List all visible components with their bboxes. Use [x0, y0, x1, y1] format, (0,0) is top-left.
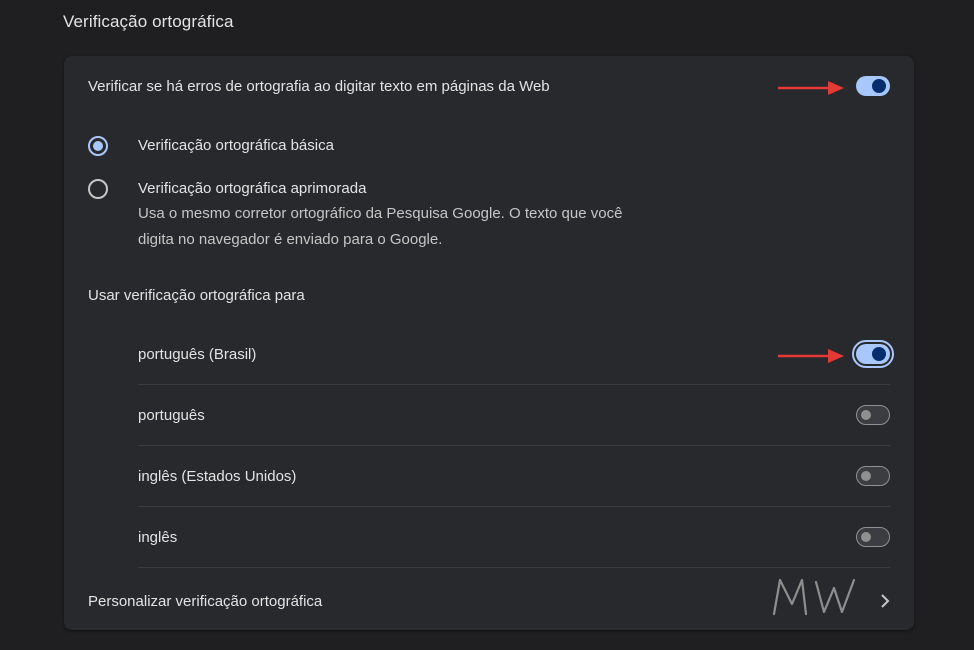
red-arrow-annotation-icon	[778, 349, 844, 363]
language-toggle-pt-br[interactable]	[852, 340, 894, 368]
language-label: inglês (Estados Unidos)	[138, 467, 297, 485]
radio-enhanced-desc-1: Usa o mesmo corretor ortográfico da Pesq…	[138, 205, 623, 222]
language-toggle-en[interactable]	[856, 527, 890, 547]
spellcheck-main-toggle[interactable]	[856, 76, 890, 96]
language-row[interactable]: português	[138, 385, 890, 446]
radio-basic[interactable]	[88, 136, 108, 156]
section-title: Verificação ortográfica	[63, 12, 234, 31]
spellcheck-card: Verificar se há erros de ortografia ao d…	[64, 56, 914, 630]
radio-enhanced-label: Verificação ortográfica aprimorada	[138, 180, 367, 197]
radio-enhanced[interactable]	[88, 179, 108, 199]
settings-page: Verificação ortográfica Verificar se há …	[0, 0, 974, 650]
language-label: inglês	[138, 528, 178, 546]
radio-row-enhanced[interactable]: Verificação ortográfica aprimorada Usa o…	[88, 179, 622, 253]
language-toggle-pt[interactable]	[856, 405, 890, 425]
red-arrow-annotation-icon	[778, 81, 844, 95]
language-row[interactable]: inglês	[138, 507, 890, 568]
radio-dot	[93, 141, 103, 151]
mw-watermark-logo	[772, 578, 856, 616]
spellcheck-toggle-row[interactable]: Verificar se há erros de ortografia ao d…	[88, 74, 890, 98]
language-row[interactable]: inglês (Estados Unidos)	[138, 446, 890, 507]
radio-enhanced-desc-2: digita no navegador é enviado para o Goo…	[138, 231, 443, 248]
customize-label: Personalizar verificação ortográfica	[88, 592, 323, 610]
use-for-heading: Usar verificação ortográfica para	[88, 287, 305, 304]
language-label: português	[138, 406, 205, 424]
language-label: português (Brasil)	[138, 345, 257, 363]
toggle-knob	[872, 79, 886, 93]
chevron-right-icon	[881, 594, 890, 608]
spellcheck-toggle-label: Verificar se há erros de ortografia ao d…	[88, 77, 550, 95]
toggle-knob	[872, 347, 886, 361]
toggle-knob	[861, 410, 871, 420]
toggle-knob	[861, 471, 871, 481]
language-toggle-en-us[interactable]	[856, 466, 890, 486]
radio-basic-label: Verificação ortográfica básica	[138, 137, 334, 154]
radio-row-basic[interactable]: Verificação ortográfica básica	[88, 136, 334, 156]
toggle-knob	[861, 532, 871, 542]
